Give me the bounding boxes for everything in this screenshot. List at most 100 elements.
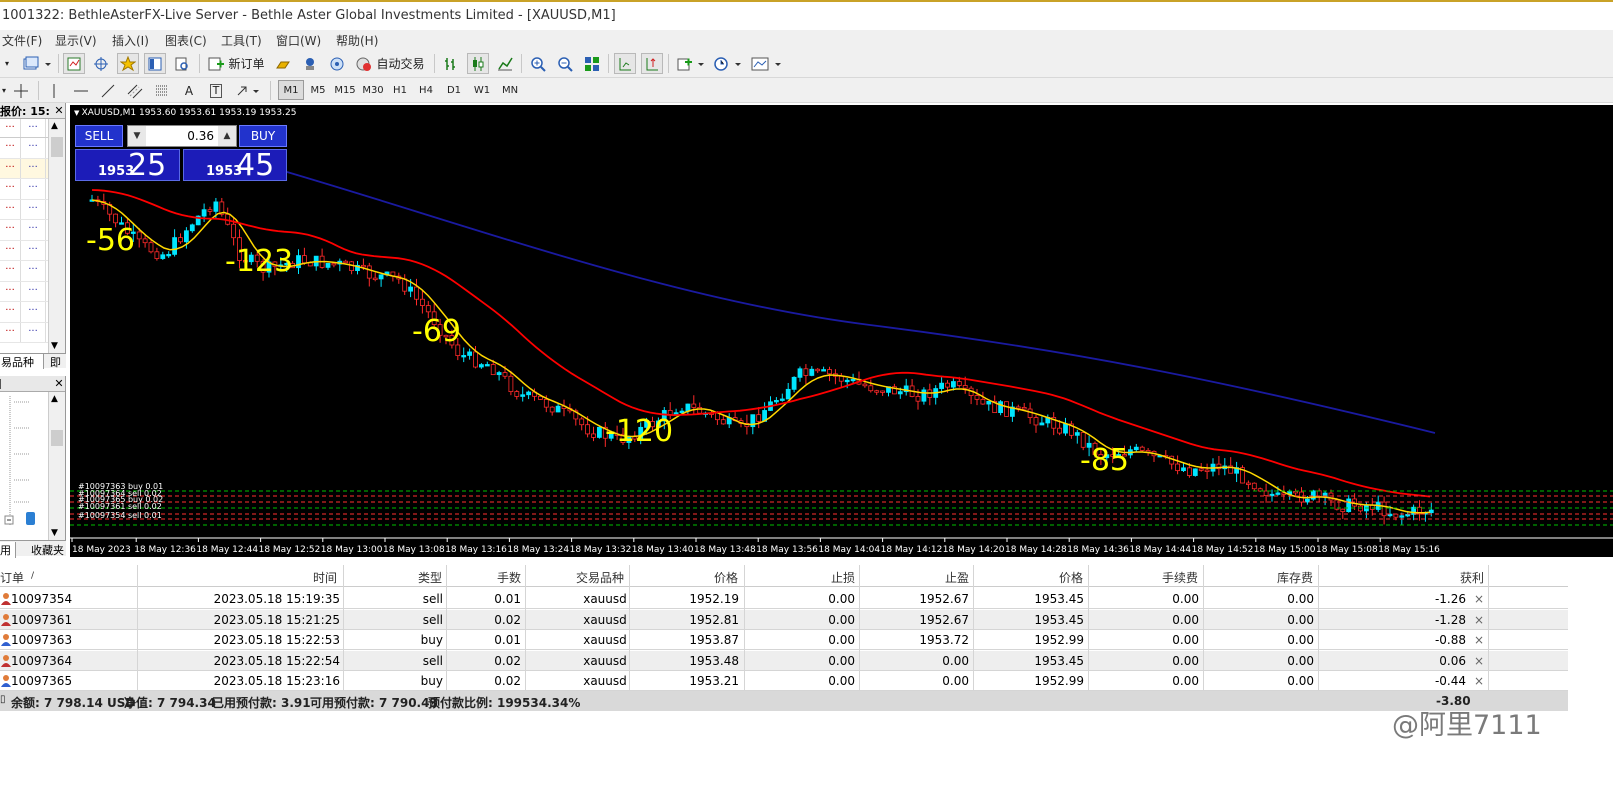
bar-chart-icon[interactable]: [440, 53, 462, 74]
dropdown-icon[interactable]: ▾: [0, 53, 14, 74]
crosshair-tool-icon[interactable]: [10, 80, 32, 101]
menu-charts[interactable]: 图表(C): [165, 32, 207, 49]
cell-symbol: xauusd: [583, 653, 627, 668]
trend-line-icon[interactable]: [98, 80, 118, 101]
close-position-icon[interactable]: ×: [1474, 674, 1484, 688]
chart-shift-icon[interactable]: [641, 53, 663, 74]
profiles-icon[interactable]: [20, 53, 54, 74]
menu-view[interactable]: 显示(V): [55, 32, 97, 49]
vertical-line-icon[interactable]: [44, 80, 64, 101]
menu-file[interactable]: 文件(F): [2, 32, 42, 49]
tester-icon[interactable]: [171, 53, 193, 74]
market-watch-scrollbar[interactable]: ▲ ▼: [48, 119, 65, 353]
chevron-down-icon[interactable]: ▼: [51, 341, 58, 351]
timeframe-m15-button[interactable]: M15: [332, 80, 358, 100]
timeframe-m30-button[interactable]: M30: [360, 80, 386, 100]
buy-price[interactable]: 1953 45: [183, 148, 287, 183]
header-time[interactable]: 时间: [313, 569, 337, 586]
table-row[interactable]: 10097361 2023.05.18 15:21:25 sell 0.02 xauus…: [0, 609, 1568, 630]
timeframe-mn-button[interactable]: MN: [497, 80, 523, 100]
zoom-out-icon[interactable]: [554, 53, 576, 74]
tab-tick-chart[interactable]: 即: [50, 354, 61, 370]
chevron-up-icon[interactable]: ▲: [51, 121, 58, 131]
lot-decrease-button[interactable]: ▼: [128, 126, 146, 146]
lot-size-input[interactable]: 0.36: [150, 129, 214, 143]
market-watch-icon[interactable]: [63, 53, 85, 74]
zoom-in-icon[interactable]: [527, 53, 549, 74]
tab-favorites[interactable]: 收藏夹: [31, 542, 64, 558]
header-swap[interactable]: 库存费: [1277, 569, 1313, 586]
header-commission[interactable]: 手续费: [1162, 569, 1198, 586]
sell-price[interactable]: 1953 25: [75, 148, 180, 183]
menu-help[interactable]: 帮助(H): [336, 32, 378, 49]
close-position-icon[interactable]: ×: [1474, 613, 1484, 627]
auto-scroll-icon[interactable]: [614, 53, 636, 74]
gold-bar-icon[interactable]: [272, 53, 294, 74]
chart-canvas[interactable]: #10097363 buy 0.01#10097364 sell 0.02#10…: [70, 105, 1613, 557]
scroll-thumb[interactable]: [51, 430, 63, 446]
equidistant-channel-icon[interactable]: [125, 80, 145, 101]
close-position-icon[interactable]: ×: [1474, 592, 1484, 606]
timeframe-d1-button[interactable]: D1: [441, 80, 467, 100]
signals-icon[interactable]: [299, 53, 321, 74]
new-order-button[interactable]: 新订单: [205, 53, 267, 74]
tab-symbols[interactable]: 易品种: [0, 354, 44, 369]
close-icon[interactable]: ✕: [53, 377, 65, 390]
timeframe-m5-button[interactable]: M5: [306, 80, 330, 100]
scroll-thumb[interactable]: [51, 137, 63, 157]
timeframe-h1-button[interactable]: H1: [388, 80, 412, 100]
menu-tools[interactable]: 工具(T): [221, 32, 262, 49]
periods-clock-icon[interactable]: [711, 53, 745, 74]
chevron-up-icon[interactable]: ▲: [51, 394, 58, 404]
line-chart-icon[interactable]: [494, 53, 516, 74]
templates-icon[interactable]: [749, 53, 785, 74]
sell-button[interactable]: SELL: [75, 125, 123, 147]
text-tool-icon[interactable]: A: [179, 80, 199, 101]
header-current-price[interactable]: 价格: [1059, 569, 1083, 586]
cell-profit: -1.26: [1434, 592, 1466, 606]
timeframe-m1-button[interactable]: M1: [278, 80, 304, 100]
bid-cell: ...: [0, 261, 21, 281]
xauusd-chart[interactable]: #10097363 buy 0.01 #10097364 sell 0.02 #10…: [70, 105, 1613, 557]
text-label-tool-icon[interactable]: T: [206, 80, 226, 101]
navigator-icon[interactable]: [144, 53, 166, 74]
menu-insert[interactable]: 插入(I): [112, 32, 149, 49]
fibonacci-icon[interactable]: [152, 80, 172, 101]
lot-size-stepper[interactable]: ▼ 0.36 ▲: [127, 125, 237, 147]
close-position-icon[interactable]: ×: [1474, 633, 1484, 647]
close-position-icon[interactable]: ×: [1474, 654, 1484, 668]
header-stop-loss[interactable]: 止损: [831, 569, 855, 586]
header-type[interactable]: 类型: [418, 569, 442, 586]
header-price[interactable]: 价格: [714, 569, 738, 586]
table-row[interactable]: 10097364 2023.05.18 15:22:54 sell 0.02 xauus…: [0, 650, 1568, 671]
header-take-profit[interactable]: 止盈: [945, 569, 969, 586]
menu-window[interactable]: 窗口(W): [276, 32, 321, 49]
crosshair-icon[interactable]: [90, 53, 112, 74]
auto-trading-button[interactable]: 自动交易: [353, 53, 427, 74]
arrows-tool-icon[interactable]: [233, 80, 263, 101]
chart-title-dropdown-icon[interactable]: ▼: [74, 109, 82, 117]
table-row[interactable]: 10097365 2023.05.18 15:23:16 buy 0.02 xauusd…: [0, 671, 1568, 691]
dropdown-icon[interactable]: ▾: [0, 80, 8, 101]
cell-symbol: xauusd: [583, 612, 627, 627]
chevron-down-icon[interactable]: ▼: [51, 528, 58, 538]
favorites-star-icon[interactable]: [117, 53, 139, 74]
close-icon[interactable]: ✕: [53, 104, 65, 117]
buy-button[interactable]: BUY: [239, 125, 287, 147]
table-row[interactable]: 10097354 2023.05.18 15:19:35 sell 0.01 xauus…: [0, 589, 1568, 609]
tab-common[interactable]: 用: [0, 542, 16, 558]
header-profit[interactable]: 获利: [1460, 569, 1484, 586]
wifi-icon[interactable]: [326, 53, 348, 74]
navigator-scrollbar[interactable]: ▲ ▼: [48, 392, 65, 540]
header-symbol[interactable]: 交易品种: [576, 569, 624, 586]
tile-windows-icon[interactable]: [581, 53, 603, 74]
timeframe-w1-button[interactable]: W1: [469, 80, 495, 100]
horizontal-line-icon[interactable]: [71, 80, 91, 101]
header-order[interactable]: 订单: [0, 569, 24, 586]
lot-increase-button[interactable]: ▲: [218, 126, 236, 146]
header-volume[interactable]: 手数: [497, 569, 521, 586]
indicators-icon[interactable]: [674, 53, 708, 74]
candlestick-chart-icon[interactable]: [467, 53, 489, 74]
table-row[interactable]: 10097363 2023.05.18 15:22:53 buy 0.01 xauusd…: [0, 630, 1568, 650]
timeframe-h4-button[interactable]: H4: [414, 80, 438, 100]
